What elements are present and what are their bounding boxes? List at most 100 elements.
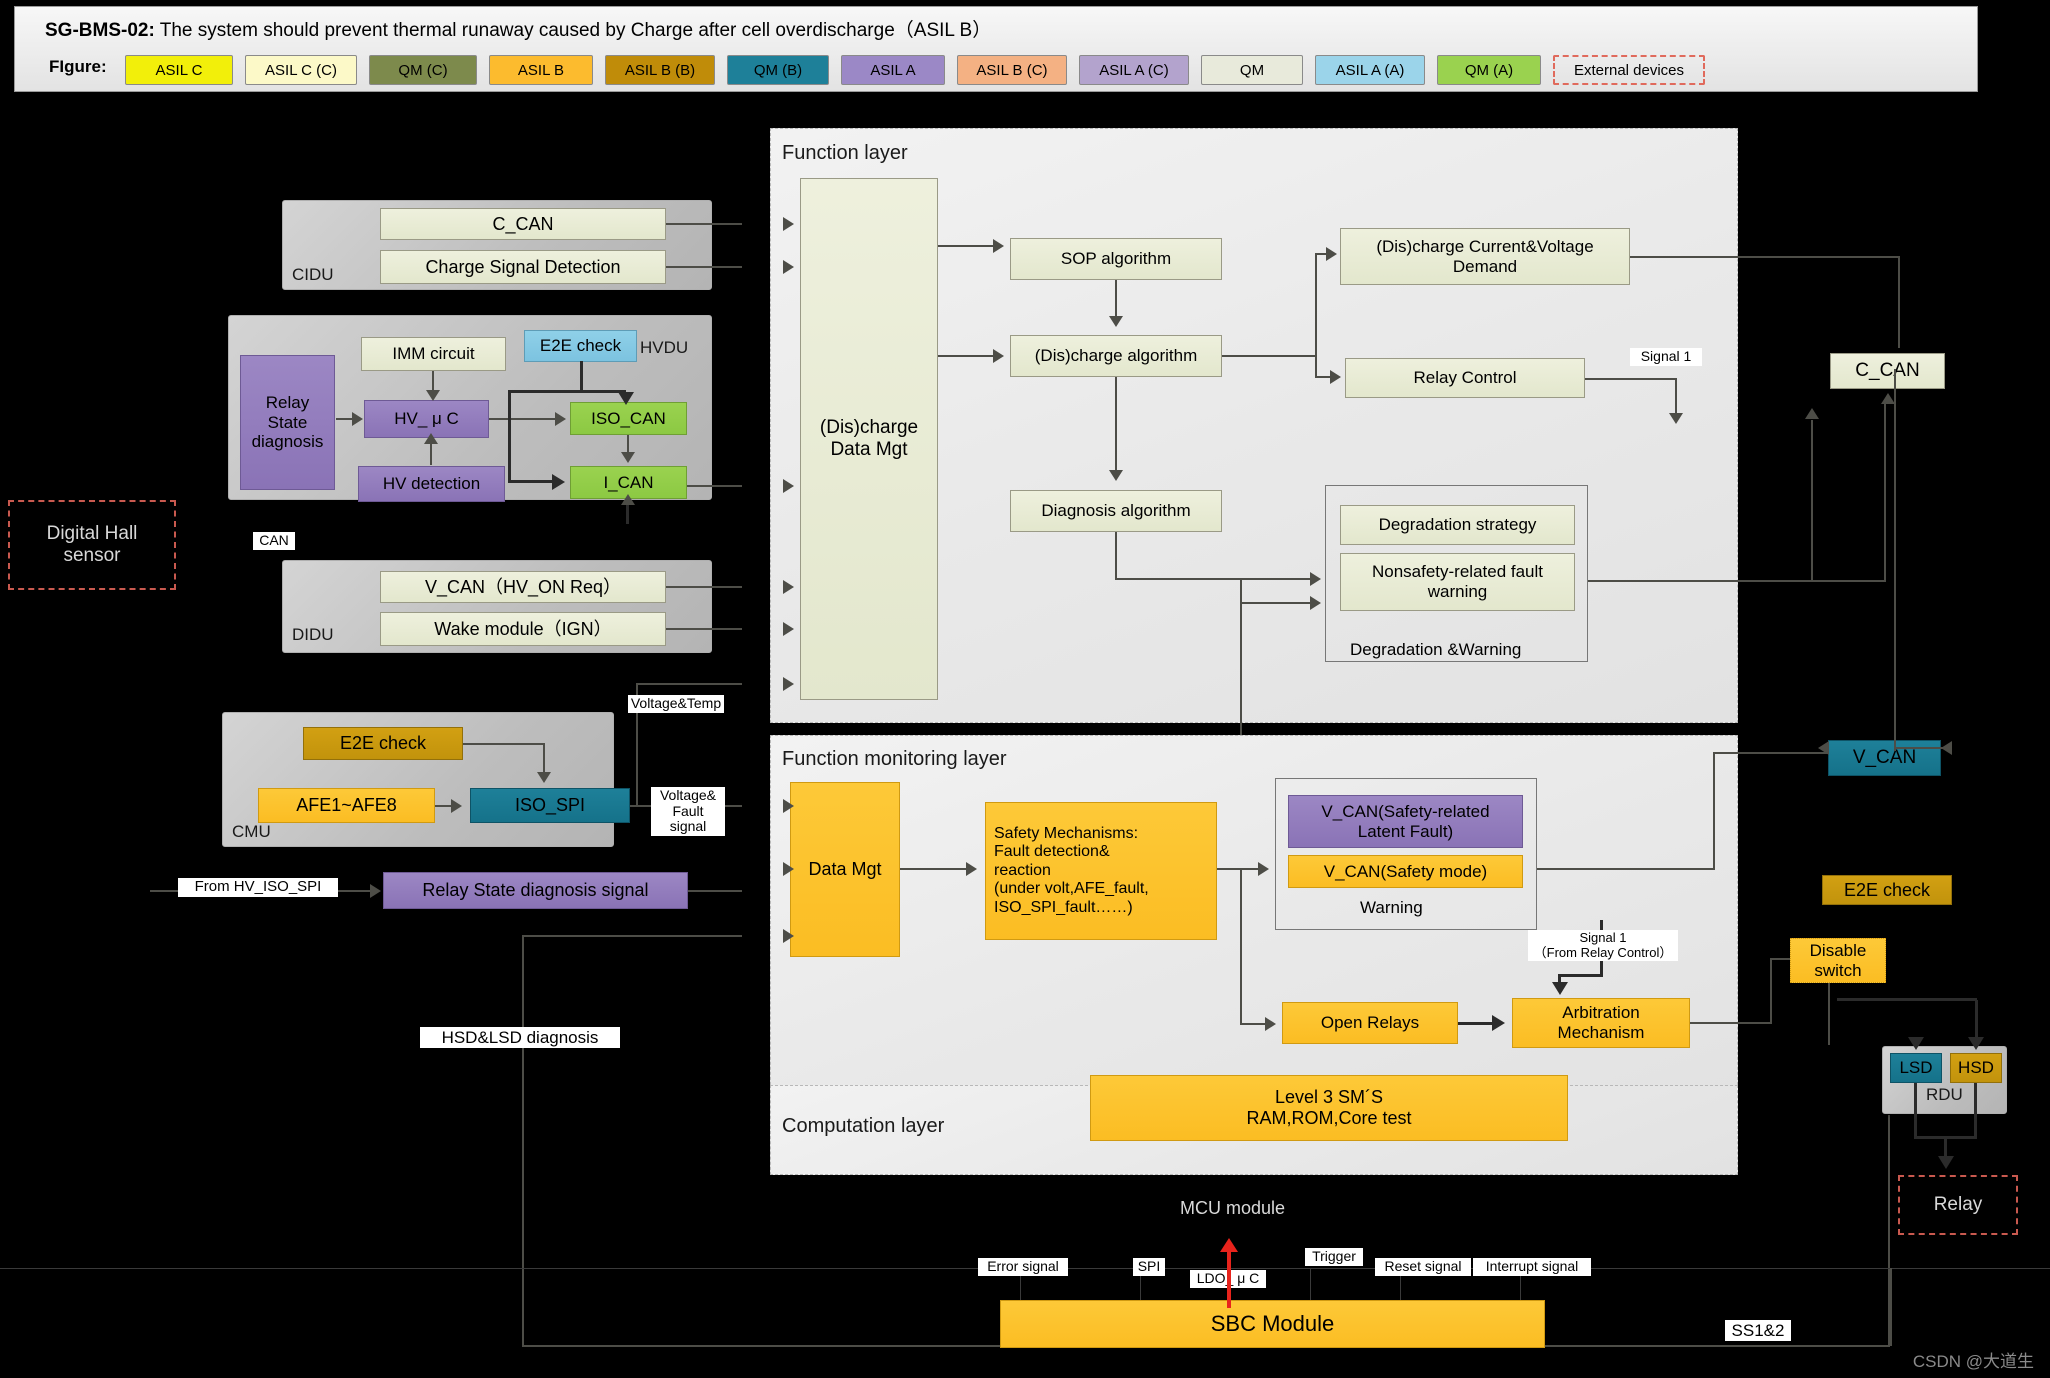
arrow-signal1-down (1669, 413, 1683, 424)
line-nonsafety-to-ccan (1588, 580, 1886, 582)
hsd-lsd-diagnosis-label: HSD&LSD diagnosis (420, 1027, 620, 1049)
line-hvuc-isocan (489, 418, 556, 420)
line-cmu-e2e-h (463, 743, 545, 745)
right-c-can-block: C_CAN (1830, 353, 1945, 389)
degradation-warning-label: Degradation &Warning (1350, 640, 1522, 659)
page-title: SG-BMS-02: The system should prevent the… (45, 15, 991, 42)
digital-hall-sensor-block: Digital Hall sensor (8, 500, 176, 590)
right-e2e-check-block: E2E check (1822, 875, 1952, 905)
arrow-cmu-e2e-isospi (537, 772, 551, 783)
didu-label: DIDU (292, 625, 334, 644)
right-v-can-block: V_CAN (1828, 740, 1941, 776)
afe-block: AFE1~AFE8 (258, 788, 435, 823)
degradation-strategy-block: Degradation strategy (1340, 505, 1575, 545)
arrow-vcan-left (1818, 741, 1829, 755)
voltage-fault-label: Voltage& Fault signal (651, 787, 725, 837)
line-mdm-safety (900, 868, 968, 870)
arrow-mdm-safety (966, 862, 977, 876)
arrow-isocan-ican (621, 452, 635, 463)
cmu-e2e-check-block: E2E check (303, 727, 463, 760)
line-disable-hsd-h (1837, 998, 1977, 1001)
legend-item-asil-a-a: ASIL A (A) (1315, 55, 1425, 85)
hvdu-label: HVDU (640, 338, 689, 357)
arrow-e2e-isocan (618, 392, 634, 405)
line-cmu-e2e-v (543, 743, 545, 774)
line-datamgt-dch (938, 355, 996, 357)
arrow-in-fl-3 (783, 479, 794, 493)
line-hvdet-hvuc (430, 442, 432, 465)
arrow-dch-diag (1109, 470, 1123, 481)
arrow-safety-warning (1258, 862, 1269, 876)
arrow-imm-hvuc (426, 390, 440, 401)
line-ccan-up-v (1884, 400, 1886, 580)
arrow-relay-state-signal (370, 884, 381, 898)
sbc-pin-3 (1310, 1268, 1311, 1300)
imm-circuit-block: IMM circuit (361, 337, 506, 371)
arrow-hvdet-hvuc (424, 433, 438, 444)
sbc-interrupt-signal-label: Interrupt signal (1473, 1258, 1591, 1276)
watermark: CSDN @大道生 (1912, 1352, 2034, 1371)
arrow-sig1b-arbitration (1552, 982, 1568, 995)
sbc-reset-signal-label: Reset signal (1375, 1258, 1471, 1276)
line-signal1-h (1585, 378, 1677, 380)
computation-layer-title: Computation layer (782, 1115, 945, 1137)
function-layer-title: Function layer (782, 142, 908, 164)
cmu-label: CMU (232, 822, 271, 841)
diagnosis-algorithm-block: Diagnosis algorithm (1010, 490, 1222, 532)
line-e2e-hsd (1975, 1000, 1978, 1040)
arrow-dch-demand (1326, 247, 1337, 261)
line-diag-down (1115, 532, 1117, 580)
line-safety-split-v (1240, 868, 1242, 1024)
iso-can-block: ISO_CAN (570, 402, 687, 435)
line-diag-degr (1115, 578, 1311, 580)
line-dch-split-h (1222, 355, 1317, 357)
header-banner: SG-BMS-02: The system should prevent the… (14, 6, 1978, 92)
line-right-vertical (1894, 369, 1896, 751)
line-disable-down (1828, 983, 1830, 1045)
level3-sms-block: Level 3 SM´S RAM,ROM,Core test (1090, 1075, 1568, 1141)
hvdu-e2e-check-block: E2E check (524, 330, 637, 362)
line-demand-out (1630, 256, 1900, 258)
safety-mechanisms-block: Safety Mechanisms: Fault detection& reac… (985, 802, 1217, 940)
arrow-in-fl-4 (783, 580, 794, 594)
line-nonsafety-v (1811, 420, 1813, 582)
hv-detection-block: HV detection (358, 466, 505, 502)
monitoring-data-mgt-block: Data Mgt (790, 782, 900, 957)
arrow-afe-isospi (451, 799, 462, 813)
iso-spi-block: ISO_SPI (470, 788, 630, 823)
legend-item-qm-c: QM (C) (369, 55, 477, 85)
line-arb-disable-h (1690, 1022, 1772, 1024)
line-e2e-ican-v (508, 390, 511, 482)
line-signal1-v (1675, 378, 1677, 417)
nonsafety-fault-warning-block: Nonsafety-related fault warning (1340, 553, 1575, 611)
signal1-label: Signal 1 (1630, 348, 1702, 366)
vcan-safety-mode-block: V_CAN(Safety mode) (1288, 855, 1523, 888)
hsd-block: HSD (1950, 1053, 2002, 1083)
figure-label: FIgure: (49, 57, 107, 76)
line-warning-out-h (1537, 868, 1715, 870)
open-relays-block: Open Relays (1282, 1002, 1458, 1044)
arrow-in-ml-1 (783, 799, 794, 813)
requirement-text: The system should prevent thermal runawa… (154, 20, 992, 41)
arrow-nonsafety-up (1805, 408, 1819, 419)
legend-item-asil-b-c: ASIL B (C) (957, 55, 1067, 85)
voltage-temp-label: Voltage&Temp (628, 695, 724, 713)
rdu-label: RDU (1926, 1085, 1963, 1104)
legend-item-asil-b: ASIL B (489, 55, 593, 85)
line-dch-relayctl (1315, 376, 1331, 378)
arrow-in-fl-5 (783, 622, 794, 636)
legend-item-qm: QM (1201, 55, 1303, 85)
vcan-safety-latent-fault-block: V_CAN(Safety-related Latent Fault) (1288, 795, 1523, 848)
can-bus-label: CAN (253, 532, 295, 550)
arrow-safety-to-degr (1310, 596, 1321, 610)
arrow-datamgt-sop (993, 239, 1004, 253)
signal1-from-relay-control-label: Signal 1 （From Relay Control） (1528, 930, 1678, 962)
relay-block: Relay (1898, 1175, 2018, 1235)
arrow-relaystate-hvuc (352, 412, 363, 426)
sbc-trigger-label: Trigger (1305, 1248, 1363, 1266)
legend-item-qm-b: QM (B) (727, 55, 829, 85)
monitoring-layer-title: Function monitoring layer (782, 748, 1007, 770)
arrow-to-relay (1938, 1156, 1954, 1169)
arrow-hvuc-isocan (555, 412, 566, 426)
arrow-into-lsd (1908, 1037, 1924, 1050)
